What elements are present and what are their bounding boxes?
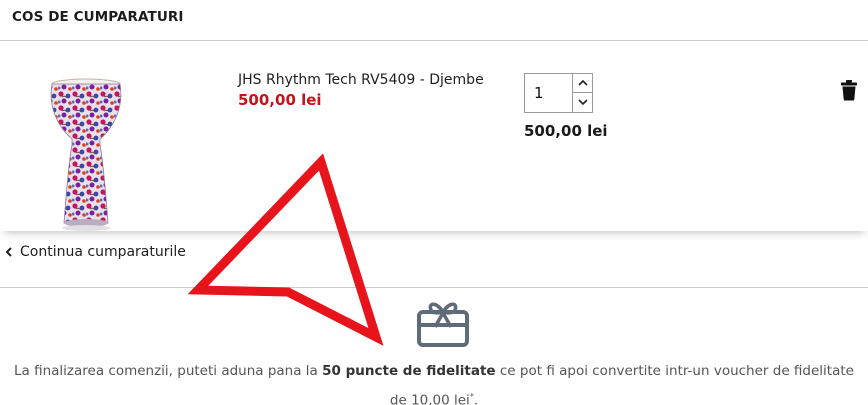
loyalty-points-message: La finalizarea comenzii, puteti aduna pa… — [0, 358, 868, 405]
product-price: 500,00 lei — [238, 91, 322, 109]
cart-item-row: JHS Rhythm Tech RV5409 - Djembe 500,00 l… — [0, 41, 868, 231]
quantity-increase-button[interactable] — [572, 74, 592, 93]
loyalty-text-start: La finalizarea comenzii, puteti aduna pa… — [14, 363, 323, 379]
continue-shopping-label: Continua cumparaturile — [20, 244, 186, 260]
gift-card-icon — [417, 302, 469, 347]
trash-icon[interactable] — [840, 79, 858, 101]
line-total: 500,00 lei — [524, 122, 608, 140]
chevron-down-icon — [578, 99, 588, 106]
page-title: COS DE CUMPARATURI — [12, 9, 184, 25]
djembe-product-image[interactable] — [44, 77, 128, 237]
cart-header: COS DE CUMPARATURI — [0, 0, 868, 41]
quantity-decrease-button[interactable] — [572, 93, 592, 112]
chevron-up-icon — [578, 79, 588, 86]
divider — [0, 287, 868, 288]
chevron-left-icon — [5, 247, 12, 257]
product-name[interactable]: JHS Rhythm Tech RV5409 - Djembe — [238, 72, 484, 88]
quantity-input[interactable] — [525, 74, 572, 112]
loyalty-text-end: . — [473, 392, 479, 405]
loyalty-points: 50 puncte de fidelitate — [322, 363, 496, 379]
voucher-value: 10,00 lei — [411, 392, 470, 405]
continue-shopping-link[interactable]: Continua cumparaturile — [4, 244, 186, 260]
quantity-stepper[interactable] — [524, 73, 593, 113]
